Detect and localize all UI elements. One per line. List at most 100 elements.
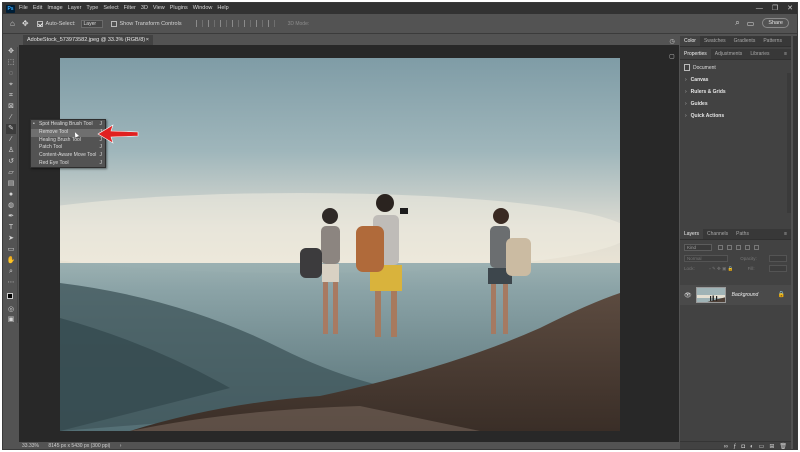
tab-swatches[interactable]: Swatches — [700, 36, 730, 46]
panel-menu-icon[interactable]: ≡ — [780, 229, 791, 239]
menu-edit[interactable]: Edit — [33, 3, 42, 14]
flyout-item-patch[interactable]: Patch Tool J — [31, 144, 105, 152]
section-guides[interactable]: Guides — [685, 101, 791, 107]
tab-patterns[interactable]: Patterns — [759, 36, 786, 46]
eraser-tool-icon[interactable]: ▱ — [6, 168, 16, 178]
screen-mode-icon[interactable]: ▣ — [6, 315, 16, 325]
tab-properties[interactable]: Properties — [680, 49, 711, 59]
menu-3d[interactable]: 3D — [141, 3, 148, 14]
history-brush-tool-icon[interactable]: ↺ — [6, 157, 16, 167]
status-expand-icon[interactable]: › — [120, 443, 122, 449]
flyout-item-content-aware-move[interactable]: Content-Aware Move Tool J — [31, 152, 105, 160]
layer-style-icon[interactable]: ƒ — [733, 444, 736, 450]
menu-layer[interactable]: Layer — [68, 3, 82, 14]
fill-input[interactable] — [768, 265, 787, 272]
document-tab[interactable]: AdobeStock_573973582.jpeg @ 33.3% (RGB/8… — [23, 35, 153, 45]
menu-type[interactable]: Type — [86, 3, 98, 14]
flyout-item-spot-healing[interactable]: • Spot Healing Brush Tool J — [31, 121, 105, 129]
tab-gradients[interactable]: Gradients — [730, 36, 760, 46]
menu-file[interactable]: File — [19, 3, 28, 14]
tab-libraries[interactable]: Libraries — [746, 49, 773, 59]
align-right-icon[interactable] — [219, 20, 227, 27]
filter-adjustment-icon[interactable] — [727, 245, 732, 250]
properties-scrollbar[interactable] — [787, 73, 791, 213]
menu-select[interactable]: Select — [103, 3, 118, 14]
auto-select-dropdown[interactable]: Layer — [80, 19, 103, 28]
rectangle-tool-icon[interactable]: ▭ — [6, 245, 16, 255]
section-canvas[interactable]: Canvas — [685, 77, 791, 83]
visibility-eye-icon[interactable]: 👁 — [684, 292, 692, 299]
clone-stamp-tool-icon[interactable]: ♙ — [6, 146, 16, 156]
filter-smart-object-icon[interactable] — [754, 245, 759, 250]
menu-filter[interactable]: Filter — [124, 3, 136, 14]
tab-color[interactable]: Color — [680, 36, 700, 46]
healing-brush-tool-icon[interactable]: ✎ — [6, 124, 16, 134]
opacity-input[interactable] — [768, 255, 787, 262]
lock-icons[interactable]: ▫ ✎ ✥ ▣ 🔒 — [709, 266, 733, 272]
menu-help[interactable]: Help — [217, 3, 228, 14]
eyedropper-tool-icon[interactable]: ⁄ — [6, 113, 16, 123]
more-tools-icon[interactable]: ⋯ — [6, 278, 16, 288]
flyout-item-remove-tool[interactable]: Remove Tool J — [31, 128, 105, 137]
zoom-tool-icon[interactable]: ⌕ — [6, 267, 16, 277]
align-bottom-icon[interactable] — [255, 20, 263, 27]
pen-tool-icon[interactable]: ✒ — [6, 212, 16, 222]
filter-type-icon[interactable] — [736, 245, 741, 250]
lasso-tool-icon[interactable]: ◌ — [6, 69, 16, 79]
foreground-color-swatch[interactable] — [7, 293, 13, 299]
minimize-button[interactable]: — — [756, 3, 763, 14]
filter-pixel-icon[interactable] — [718, 245, 723, 250]
blur-tool-icon[interactable]: ● — [6, 190, 16, 200]
brush-tool-icon[interactable]: ⁄ — [6, 135, 16, 145]
new-layer-icon[interactable]: ⊞ — [769, 443, 774, 449]
section-quick-actions[interactable]: Quick Actions — [685, 113, 791, 119]
search-icon[interactable]: ⌕ — [735, 18, 739, 28]
crop-tool-icon[interactable]: ⌗ — [6, 91, 16, 101]
gradient-tool-icon[interactable]: ▤ — [6, 179, 16, 189]
distribute-icon[interactable] — [267, 20, 275, 27]
menu-view[interactable]: View — [153, 3, 165, 14]
close-window-button[interactable]: ✕ — [787, 3, 793, 14]
object-selection-tool-icon[interactable]: ⌖ — [6, 80, 16, 90]
delete-layer-icon[interactable]: 🗑 — [779, 443, 787, 449]
move-tool-icon[interactable]: ✥ — [22, 19, 29, 28]
show-transform-checkbox[interactable] — [110, 20, 117, 27]
type-tool-icon[interactable]: T — [6, 223, 16, 233]
menu-image[interactable]: Image — [47, 3, 62, 14]
align-middle-icon[interactable] — [243, 20, 251, 27]
marquee-tool-icon[interactable]: ⬚ — [6, 58, 16, 68]
workspace-icon[interactable]: ▭ — [747, 19, 755, 28]
canvas-area[interactable] — [19, 45, 679, 442]
maximize-button[interactable]: ❐ — [772, 3, 778, 14]
blend-mode-dropdown[interactable]: Normal — [684, 255, 728, 262]
section-rulers-grids[interactable]: Rulers & Grids — [685, 89, 791, 95]
adjustment-layer-icon[interactable]: ◐ — [750, 444, 754, 450]
auto-select-checkbox[interactable] — [36, 20, 43, 27]
new-group-icon[interactable]: ▭ — [759, 443, 765, 449]
hand-tool-icon[interactable]: ✋ — [6, 256, 16, 266]
menu-plugins[interactable]: Plugins — [170, 3, 188, 14]
history-panel-icon[interactable]: ◷ — [666, 38, 678, 45]
link-layers-icon[interactable]: ∞ — [724, 444, 728, 450]
zoom-level[interactable]: 33.33% — [22, 443, 39, 449]
tab-paths[interactable]: Paths — [732, 229, 753, 239]
kind-filter-dropdown[interactable]: Kind — [684, 244, 712, 251]
comments-panel-icon[interactable]: ▢ — [666, 53, 678, 60]
panel-menu-icon[interactable]: ≡ — [780, 49, 791, 59]
share-button[interactable]: Share — [762, 18, 789, 28]
quick-mask-icon[interactable]: ◎ — [6, 305, 16, 315]
tab-channels[interactable]: Channels — [703, 229, 732, 239]
menu-window[interactable]: Window — [193, 3, 213, 14]
filter-shape-icon[interactable] — [745, 245, 750, 250]
align-center-icon[interactable] — [207, 20, 215, 27]
path-selection-tool-icon[interactable]: ➤ — [6, 234, 16, 244]
flyout-item-red-eye[interactable]: Red Eye Tool J — [31, 160, 105, 168]
flyout-item-healing-brush[interactable]: Healing Brush Tool J — [31, 137, 105, 145]
move-tool-icon[interactable]: ✥ — [6, 47, 16, 57]
frame-tool-icon[interactable]: ⊠ — [6, 102, 16, 112]
close-tab-icon[interactable]: × — [146, 35, 149, 45]
dodge-tool-icon[interactable]: ◍ — [6, 201, 16, 211]
layer-row-background[interactable]: 👁 Background 🔒 — [680, 285, 791, 305]
tab-adjustments[interactable]: Adjustments — [711, 49, 747, 59]
tab-layers[interactable]: Layers — [680, 229, 704, 239]
